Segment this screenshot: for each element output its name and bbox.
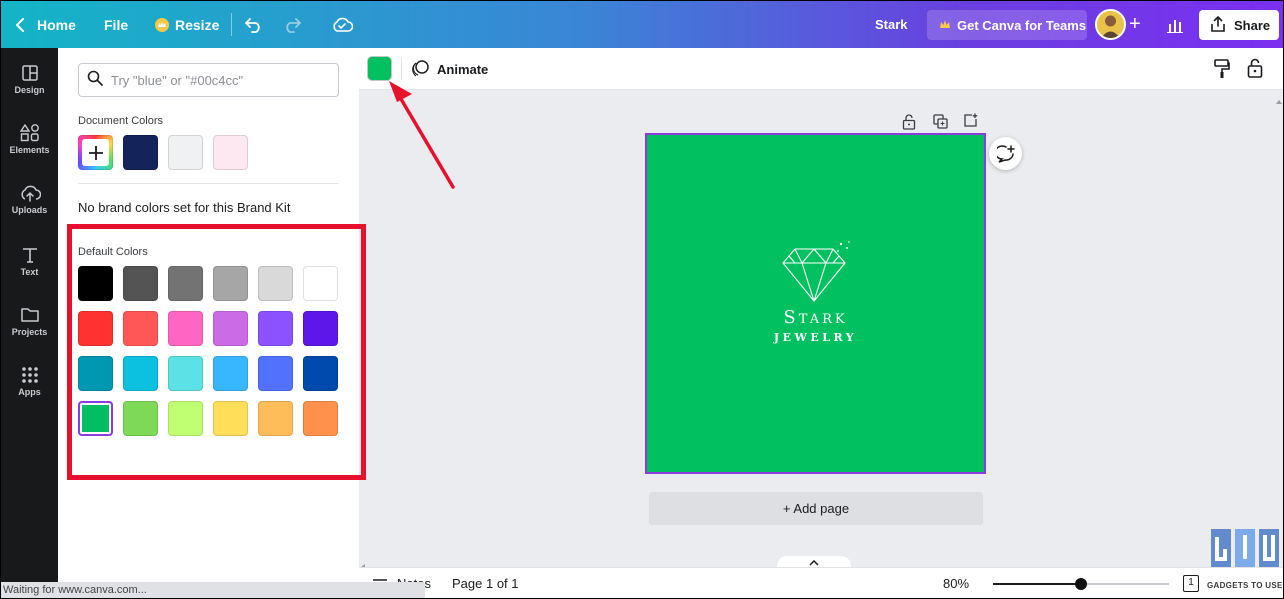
zoom-slider-track[interactable] <box>993 578 1169 590</box>
watermark-logo-icon <box>1211 529 1279 567</box>
logo-subtitle-text: JEWELRY <box>773 331 858 344</box>
search-icon <box>87 70 103 91</box>
redo-button[interactable] <box>283 1 301 48</box>
watermark-text: GADGETS TO USE <box>1207 581 1283 590</box>
sidebar-item-elements[interactable]: Elements <box>1 124 58 184</box>
color-panel: Document Colors No brand colors set for … <box>58 48 366 598</box>
document-color-swatch[interactable] <box>168 135 203 170</box>
editor-toolbar: Animate <box>359 48 1283 90</box>
sidebar-item-label: Text <box>20 267 39 277</box>
sidebar-item-projects[interactable]: Projects <box>1 306 58 366</box>
add-collaborator-button[interactable]: + <box>1129 1 1141 48</box>
insights-button[interactable] <box>1167 1 1183 48</box>
document-color-swatch[interactable] <box>123 135 158 170</box>
comment-plus-icon <box>996 144 1015 163</box>
home-button[interactable]: Home <box>15 1 76 48</box>
bottom-bar: Notes Page 1 of 1 80% 1 <box>359 567 1283 598</box>
document-colors-title: Document Colors <box>78 115 163 127</box>
user-photo-icon <box>1097 11 1124 38</box>
canvas-area: Stark JEWELRY + Add page <box>359 90 1283 582</box>
grid-view-button[interactable]: 1 <box>1183 575 1199 592</box>
add-page-icon-button[interactable] <box>963 113 978 133</box>
cloud-upload-icon <box>20 185 41 202</box>
sidebar-item-design[interactable]: Design <box>1 64 58 124</box>
redo-icon <box>283 17 301 33</box>
sidebar-item-text[interactable]: Text <box>1 246 58 306</box>
triangle-up-icon <box>1276 100 1282 104</box>
duplicate-icon <box>933 114 948 129</box>
text-icon <box>22 248 37 263</box>
sidebar-item-label: Projects <box>11 327 48 337</box>
design-title-label: Stark <box>875 17 908 32</box>
teams-label: Get Canva for Teams <box>957 17 1087 33</box>
cloud-save-button[interactable] <box>331 1 353 48</box>
document-color-swatch[interactable] <box>213 135 248 170</box>
zoom-slider-thumb[interactable] <box>1075 578 1087 590</box>
avatar[interactable] <box>1095 9 1126 40</box>
shapes-icon <box>19 124 39 142</box>
share-button[interactable]: Share <box>1199 10 1279 40</box>
logo-title-text: Stark <box>783 307 848 328</box>
duplicate-page-button[interactable] <box>933 114 948 134</box>
left-sidebar-rail: Design Elements Uploads Text Projects Ap… <box>1 48 58 598</box>
page-indicator[interactable]: Page 1 of 1 <box>452 576 519 591</box>
sidebar-item-apps[interactable]: Apps <box>1 366 58 426</box>
page-count-badge: 1 <box>1188 577 1194 588</box>
add-page-button[interactable]: + Add page <box>649 492 983 525</box>
top-bar: Home File Resize Stark Get Canva for Tea… <box>1 1 1283 48</box>
animate-label: Animate <box>437 61 489 77</box>
lock-page-button[interactable] <box>902 114 916 135</box>
share-label: Share <box>1234 17 1271 33</box>
add-page-icon <box>964 113 978 127</box>
get-canva-teams-button[interactable]: Get Canva for Teams <box>927 10 1087 40</box>
plus-icon: + <box>1129 13 1141 35</box>
zoom-level[interactable]: 80% <box>943 576 969 591</box>
grid-icon <box>21 367 38 383</box>
section-divider <box>78 183 339 184</box>
chevron-up-icon <box>809 560 819 566</box>
color-search-input[interactable] <box>111 72 331 88</box>
add-color-button[interactable] <box>78 135 113 170</box>
sidebar-item-label: Elements <box>9 145 50 155</box>
add-comment-button[interactable] <box>989 137 1022 170</box>
lock-button[interactable] <box>1247 58 1263 83</box>
zoom-slider-fill <box>993 583 1081 585</box>
undo-icon <box>245 17 263 33</box>
scroll-up-arrow[interactable] <box>1275 93 1283 111</box>
sidebar-item-label: Uploads <box>11 205 48 215</box>
crown-icon <box>155 17 169 32</box>
design-page[interactable]: Stark JEWELRY <box>645 133 986 474</box>
layout-icon <box>21 65 38 81</box>
canva-editor-window: Home File Resize Stark Get Canva for Tea… <box>1 1 1283 598</box>
file-menu-button[interactable]: File <box>104 1 128 48</box>
topbar-divider <box>231 13 232 36</box>
resize-label: Resize <box>175 16 220 33</box>
design-title[interactable]: Stark <box>875 1 908 48</box>
cloud-check-icon <box>331 17 353 33</box>
gadgets-to-use-watermark: GADGETS TO USE <box>1207 527 1283 590</box>
paint-roller-icon <box>1214 59 1230 78</box>
diamond-logo-icon <box>782 241 850 302</box>
highlight-annotation-box <box>67 224 366 480</box>
sidebar-item-uploads[interactable]: Uploads <box>1 184 58 244</box>
chevron-left-icon <box>15 17 25 32</box>
undo-button[interactable] <box>245 1 263 48</box>
home-label: Home <box>37 16 76 33</box>
sidebar-item-label: Apps <box>18 387 41 397</box>
bar-chart-icon <box>1167 17 1183 33</box>
copy-style-button[interactable] <box>1214 59 1230 84</box>
crown-icon <box>939 18 951 33</box>
share-upload-icon <box>1210 15 1226 35</box>
no-brand-colors-text: No brand colors set for this Brand Kit <box>78 200 291 215</box>
add-page-label: + Add page <box>782 501 850 516</box>
sidebar-item-label: Design <box>14 85 45 95</box>
color-search-box[interactable] <box>78 63 339 97</box>
file-label: File <box>104 16 129 33</box>
resize-button[interactable]: Resize <box>155 1 219 48</box>
lock-open-icon <box>902 114 916 130</box>
plus-icon <box>82 139 109 166</box>
folder-icon <box>20 308 39 322</box>
browser-status-bar: Waiting for www.canva.com... <box>1 582 425 598</box>
lock-icon <box>1247 58 1263 78</box>
